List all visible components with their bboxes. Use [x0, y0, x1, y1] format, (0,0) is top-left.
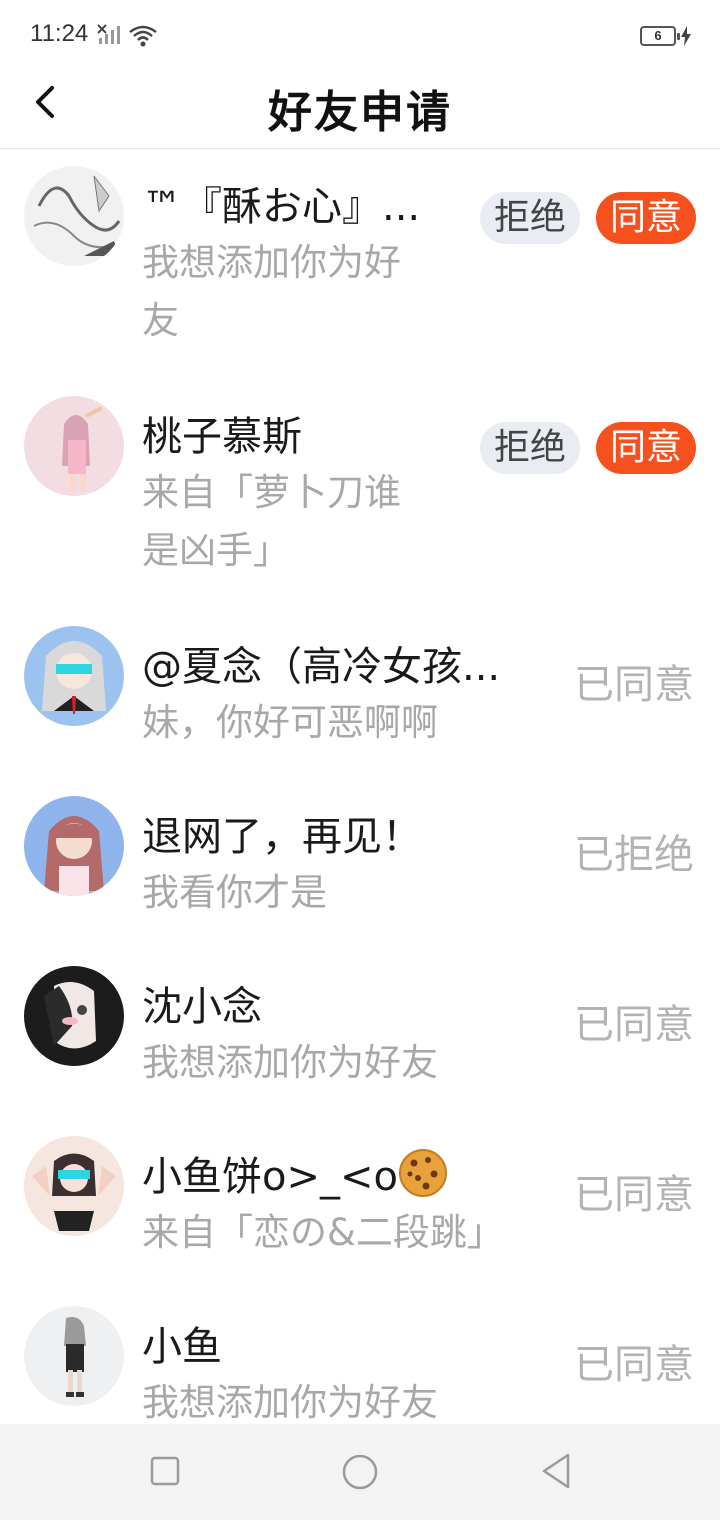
friend-request-item[interactable]: 退网了，再见！ 我看你才是 已拒绝 — [0, 780, 720, 950]
status-time: 11:24 — [30, 20, 89, 47]
friend-request-item[interactable]: 小鱼 我想添加你为好友 已同意 — [0, 1290, 720, 1424]
request-message: 来自「恋の&二段跳」 — [142, 1211, 504, 1254]
avatar[interactable] — [24, 1306, 124, 1406]
no-signal-icon — [97, 24, 120, 44]
reject-button[interactable]: 拒绝 — [480, 192, 580, 244]
friend-request-item[interactable]: @夏念（高冷女孩... 妹，你好可恶啊啊 已同意 — [0, 610, 720, 780]
header: 好友申请 — [0, 72, 720, 149]
request-message-line: 是凶手」 — [142, 529, 290, 572]
home-icon[interactable] — [342, 1454, 378, 1490]
page-title: 好友申请 — [268, 87, 452, 138]
accept-button[interactable]: 同意 — [596, 422, 696, 474]
friend-request-item[interactable]: ™『酥お心』... 我想添加你为好 友 拒绝 同意 — [0, 150, 720, 380]
avatar[interactable] — [24, 796, 124, 896]
request-status: 已同意 — [574, 662, 694, 708]
avatar[interactable] — [24, 966, 124, 1066]
charging-bolt-icon — [681, 26, 691, 46]
avatar[interactable] — [24, 166, 124, 266]
avatar[interactable] — [24, 396, 124, 496]
back-triangle-icon[interactable] — [540, 1452, 572, 1490]
avatar[interactable] — [24, 626, 124, 726]
requester-name: 沈小念 — [142, 984, 262, 1030]
request-message: 妹，你好可恶啊啊 — [142, 701, 438, 744]
request-message-line: 来自「萝卜刀谁 — [142, 471, 401, 514]
reject-button[interactable]: 拒绝 — [480, 422, 580, 474]
wifi-icon — [129, 25, 157, 47]
request-message-line: 友 — [142, 299, 179, 342]
requester-name: @夏念（高冷女孩... — [142, 644, 501, 690]
request-status: 已拒绝 — [574, 832, 694, 878]
request-status: 已同意 — [574, 1002, 694, 1048]
request-message: 我想添加你为好友 — [142, 1041, 438, 1084]
avatar[interactable] — [24, 1136, 124, 1236]
request-status: 已同意 — [574, 1172, 694, 1218]
friend-request-item[interactable]: 沈小念 我想添加你为好友 已同意 — [0, 950, 720, 1120]
cookie-icon — [398, 1149, 447, 1197]
battery-icon: 6 — [640, 26, 680, 46]
request-message: 我想添加你为好 友 — [142, 234, 442, 350]
recent-apps-icon[interactable] — [150, 1456, 180, 1486]
requester-name: 桃子慕斯 — [142, 414, 302, 460]
request-message: 我看你才是 — [142, 871, 327, 914]
system-nav-bar — [0, 1424, 720, 1520]
accept-button[interactable]: 同意 — [596, 192, 696, 244]
requester-name: 退网了，再见！ — [142, 814, 422, 860]
request-message: 来自「萝卜刀谁 是凶手」 — [142, 464, 442, 580]
friend-request-item[interactable]: 桃子慕斯 来自「萝卜刀谁 是凶手」 拒绝 同意 — [0, 380, 720, 610]
request-message-line: 我想添加你为好 — [142, 241, 401, 284]
request-status: 已同意 — [574, 1342, 694, 1388]
requester-name-text: 小鱼饼o>_<o — [142, 1154, 398, 1200]
status-bar: 11:24 6 — [0, 0, 720, 72]
requester-name: ™『酥お心』... — [142, 184, 421, 230]
requester-name: 小鱼 — [142, 1324, 222, 1370]
requester-name: 小鱼饼o>_<o — [142, 1144, 522, 1202]
friend-request-item[interactable]: 小鱼饼o>_<o 来自「恋の&二段跳」 已同意 — [0, 1120, 720, 1290]
